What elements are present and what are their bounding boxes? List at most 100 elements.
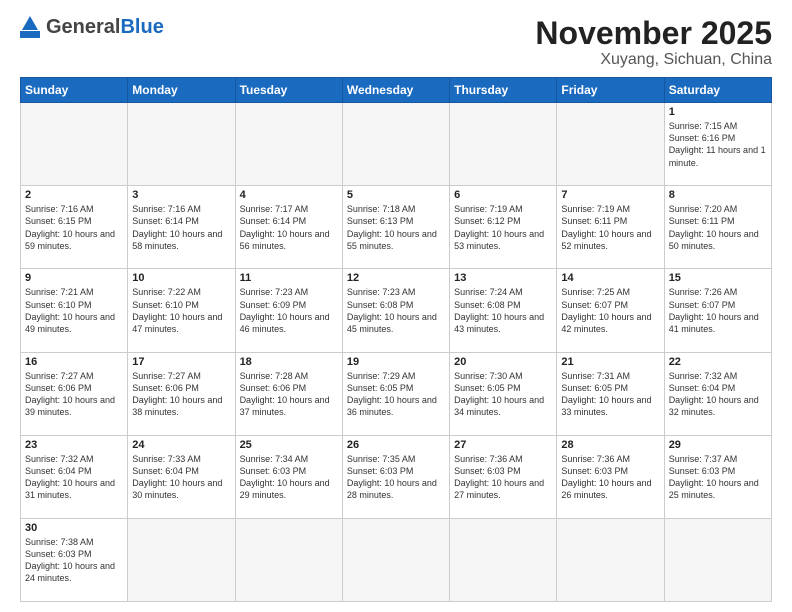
calendar-cell: 30Sunrise: 7:38 AM Sunset: 6:03 PM Dayli…: [21, 518, 128, 601]
day-number: 8: [669, 189, 767, 201]
calendar-title: November 2025: [535, 16, 772, 51]
day-info: Sunrise: 7:21 AM Sunset: 6:10 PM Dayligh…: [25, 286, 123, 335]
day-number: 26: [347, 439, 445, 451]
calendar-cell: 29 Sunrise: 7:37 AM Sunset: 6:03 PM Dayli…: [664, 435, 771, 518]
calendar-cell: 18Sunrise: 7:28 AM Sunset: 6:06 PM Dayli…: [235, 352, 342, 435]
calendar-cell: 21Sunrise: 7:31 AM Sunset: 6:05 PM Dayli…: [557, 352, 664, 435]
calendar-cell: 4 Sunrise: 7:17 AM Sunset: 6:14 PM Daylig…: [235, 186, 342, 269]
day-info: Sunrise: 7:20 AM Sunset: 6:11 PM Dayligh…: [669, 203, 767, 252]
day-number: 20: [454, 356, 552, 368]
day-info: Sunrise: 7:26 AM Sunset: 6:07 PM Dayligh…: [669, 286, 767, 335]
calendar-cell: 23Sunrise: 7:32 AM Sunset: 6:04 PM Dayli…: [21, 435, 128, 518]
day-info: Sunrise: 7:29 AM Sunset: 6:05 PM Dayligh…: [347, 370, 445, 419]
calendar-cell: 22Sunrise: 7:32 AM Sunset: 6:04 PM Dayli…: [664, 352, 771, 435]
day-info: Sunrise: 7:36 AM Sunset: 6:03 PM Dayligh…: [454, 453, 552, 502]
calendar-cell: 9 Sunrise: 7:21 AM Sunset: 6:10 PM Daylig…: [21, 269, 128, 352]
day-number: 10: [132, 272, 230, 284]
day-info: Sunrise: 7:27 AM Sunset: 6:06 PM Dayligh…: [25, 370, 123, 419]
calendar-cell: 15 Sunrise: 7:26 AM Sunset: 6:07 PM Dayli…: [664, 269, 771, 352]
calendar-cell: [21, 103, 128, 186]
day-info: Sunrise: 7:28 AM Sunset: 6:06 PM Dayligh…: [240, 370, 338, 419]
day-number: 19: [347, 356, 445, 368]
day-number: 29: [669, 439, 767, 451]
calendar-cell: [557, 518, 664, 601]
calendar-week-3: 16 Sunrise: 7:27 AM Sunset: 6:06 PM Dayli…: [21, 352, 772, 435]
calendar-cell: 20 Sunrise: 7:30 AM Sunset: 6:05 PM Dayli…: [450, 352, 557, 435]
day-info: Sunrise: 7:37 AM Sunset: 6:03 PM Dayligh…: [669, 453, 767, 502]
day-info: Sunrise: 7:18 AM Sunset: 6:13 PM Dayligh…: [347, 203, 445, 252]
calendar-cell: 26Sunrise: 7:35 AM Sunset: 6:03 PM Dayli…: [342, 435, 449, 518]
day-number: 17: [132, 356, 230, 368]
header: GeneralBlue November 2025 Xuyang, Sichua…: [20, 16, 772, 69]
logo-rect: [20, 31, 40, 38]
calendar-cell: 25 Sunrise: 7:34 AM Sunset: 6:03 PM Dayli…: [235, 435, 342, 518]
day-info: Sunrise: 7:24 AM Sunset: 6:08 PM Dayligh…: [454, 286, 552, 335]
day-info: Sunrise: 7:23 AM Sunset: 6:09 PM Dayligh…: [240, 286, 338, 335]
calendar-cell: [450, 518, 557, 601]
calendar-cell: 7Sunrise: 7:19 AM Sunset: 6:11 PM Daylig…: [557, 186, 664, 269]
day-info: Sunrise: 7:22 AM Sunset: 6:10 PM Dayligh…: [132, 286, 230, 335]
calendar-cell: 14Sunrise: 7:25 AM Sunset: 6:07 PM Dayli…: [557, 269, 664, 352]
page: GeneralBlue November 2025 Xuyang, Sichua…: [0, 0, 792, 612]
day-number: 16: [25, 356, 123, 368]
col-wednesday: Wednesday: [342, 78, 449, 103]
calendar-cell: 10 Sunrise: 7:22 AM Sunset: 6:10 PM Dayli…: [128, 269, 235, 352]
calendar-cell: 16 Sunrise: 7:27 AM Sunset: 6:06 PM Dayli…: [21, 352, 128, 435]
day-info: Sunrise: 7:19 AM Sunset: 6:12 PM Dayligh…: [454, 203, 552, 252]
day-info: Sunrise: 7:34 AM Sunset: 6:03 PM Dayligh…: [240, 453, 338, 502]
day-number: 3: [132, 189, 230, 201]
day-number: 23: [25, 439, 123, 451]
day-number: 28: [561, 439, 659, 451]
day-number: 1: [669, 106, 767, 118]
day-info: Sunrise: 7:25 AM Sunset: 6:07 PM Dayligh…: [561, 286, 659, 335]
col-thursday: Thursday: [450, 78, 557, 103]
day-info: Sunrise: 7:36 AM Sunset: 6:03 PM Dayligh…: [561, 453, 659, 502]
day-number: 2: [25, 189, 123, 201]
calendar-cell: [128, 518, 235, 601]
calendar-cell: 8 Sunrise: 7:20 AM Sunset: 6:11 PM Daylig…: [664, 186, 771, 269]
day-number: 15: [669, 272, 767, 284]
logo-triangle: [22, 16, 38, 30]
calendar-header: Sunday Monday Tuesday Wednesday Thursday…: [21, 78, 772, 103]
day-info: Sunrise: 7:38 AM Sunset: 6:03 PM Dayligh…: [25, 536, 123, 585]
calendar-cell: 5 Sunrise: 7:18 AM Sunset: 6:13 PM Daylig…: [342, 186, 449, 269]
title-block: November 2025 Xuyang, Sichuan, China: [535, 16, 772, 69]
calendar-cell: 11Sunrise: 7:23 AM Sunset: 6:09 PM Dayli…: [235, 269, 342, 352]
logo-icon: [20, 16, 40, 38]
day-info: Sunrise: 7:32 AM Sunset: 6:04 PM Dayligh…: [669, 370, 767, 419]
day-number: 27: [454, 439, 552, 451]
day-info: Sunrise: 7:16 AM Sunset: 6:14 PM Dayligh…: [132, 203, 230, 252]
col-tuesday: Tuesday: [235, 78, 342, 103]
calendar-cell: [342, 518, 449, 601]
day-number: 6: [454, 189, 552, 201]
logo-blue: Blue: [120, 16, 163, 38]
calendar-cell: [450, 103, 557, 186]
logo-text-block: GeneralBlue: [46, 17, 164, 37]
calendar-cell: 27 Sunrise: 7:36 AM Sunset: 6:03 PM Dayli…: [450, 435, 557, 518]
calendar-week-4: 23Sunrise: 7:32 AM Sunset: 6:04 PM Dayli…: [21, 435, 772, 518]
calendar-cell: 28 Sunrise: 7:36 AM Sunset: 6:03 PM Dayli…: [557, 435, 664, 518]
calendar-cell: [664, 518, 771, 601]
day-info: Sunrise: 7:16 AM Sunset: 6:15 PM Dayligh…: [25, 203, 123, 252]
calendar-subtitle: Xuyang, Sichuan, China: [535, 51, 772, 69]
calendar-cell: 2 Sunrise: 7:16 AM Sunset: 6:15 PM Daylig…: [21, 186, 128, 269]
day-number: 13: [454, 272, 552, 284]
col-sunday: Sunday: [21, 78, 128, 103]
calendar-week-2: 9 Sunrise: 7:21 AM Sunset: 6:10 PM Daylig…: [21, 269, 772, 352]
calendar-week-0: 1Sunrise: 7:15 AM Sunset: 6:16 PM Daylig…: [21, 103, 772, 186]
calendar-cell: 3 Sunrise: 7:16 AM Sunset: 6:14 PM Daylig…: [128, 186, 235, 269]
day-info: Sunrise: 7:30 AM Sunset: 6:05 PM Dayligh…: [454, 370, 552, 419]
day-info: Sunrise: 7:27 AM Sunset: 6:06 PM Dayligh…: [132, 370, 230, 419]
calendar-cell: [235, 518, 342, 601]
col-monday: Monday: [128, 78, 235, 103]
calendar-body: 1Sunrise: 7:15 AM Sunset: 6:16 PM Daylig…: [21, 103, 772, 602]
header-row: Sunday Monday Tuesday Wednesday Thursday…: [21, 78, 772, 103]
col-saturday: Saturday: [664, 78, 771, 103]
day-number: 9: [25, 272, 123, 284]
logo: GeneralBlue: [20, 16, 164, 38]
day-number: 5: [347, 189, 445, 201]
day-number: 25: [240, 439, 338, 451]
calendar-week-1: 2 Sunrise: 7:16 AM Sunset: 6:15 PM Daylig…: [21, 186, 772, 269]
day-number: 4: [240, 189, 338, 201]
day-info: Sunrise: 7:17 AM Sunset: 6:14 PM Dayligh…: [240, 203, 338, 252]
